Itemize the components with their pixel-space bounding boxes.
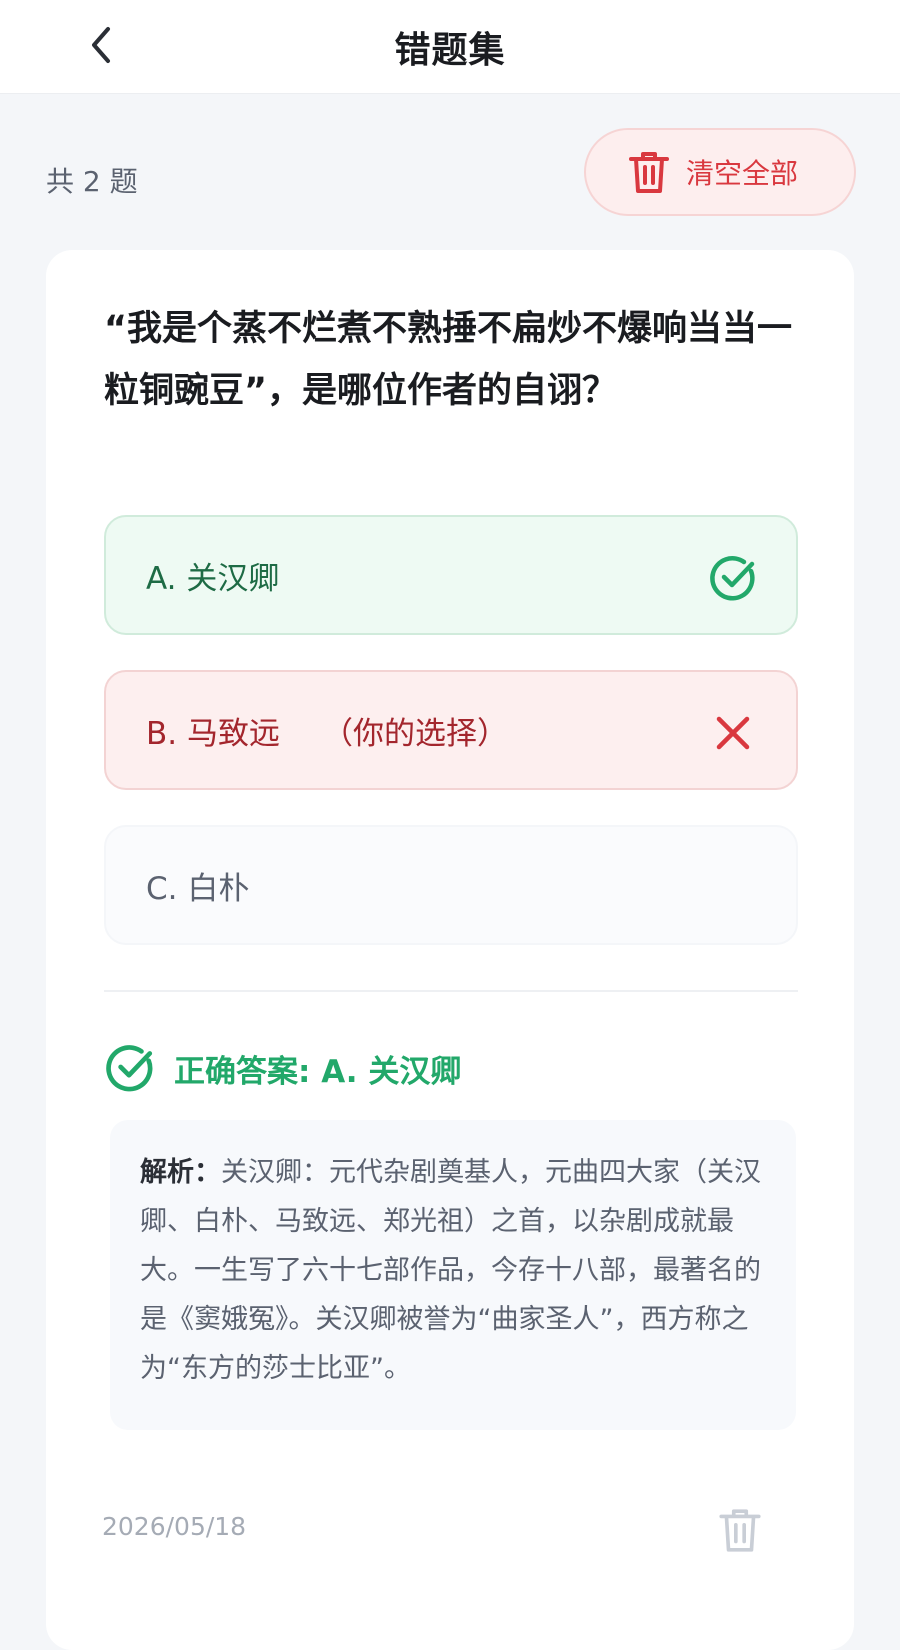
top-bar: 错题集 xyxy=(0,0,900,94)
analysis-label: 解析： xyxy=(140,1157,221,1188)
trash-icon xyxy=(629,152,669,193)
record-date: 2026/05/18 xyxy=(102,1512,247,1541)
analysis-text: 关汉卿：元代杂剧奠基人，元曲四大家（关汉卿、白朴、马致远、郑光祖）之首，以杂剧成… xyxy=(140,1157,761,1384)
clear-all-label: 清空全部 xyxy=(686,157,799,190)
page-title: 错题集 xyxy=(394,29,506,71)
option-c[interactable]: C. 白朴 xyxy=(104,825,798,945)
trash-icon xyxy=(719,1509,761,1552)
check-circle-icon xyxy=(710,556,755,601)
chevron-left-icon xyxy=(92,27,110,63)
option-label: A. 关汉卿 xyxy=(146,560,280,597)
check-circle-icon xyxy=(106,1045,153,1092)
wrong-question-card: “我是个蒸不烂煮不熟捶不扁炒不爆响当当一粒铜豌豆”，是哪位作者的自诩？ A. 关… xyxy=(46,250,854,1650)
your-choice-note: （你的选择） xyxy=(321,715,508,752)
option-a[interactable]: A. 关汉卿 xyxy=(104,515,798,635)
close-icon xyxy=(716,716,750,750)
correct-answer: 正确答案: A. 关汉卿 xyxy=(104,1040,461,1096)
back-button[interactable] xyxy=(78,22,124,68)
analysis-box: 解析：关汉卿：元代杂剧奠基人，元曲四大家（关汉卿、白朴、马致远、郑光祖）之首，以… xyxy=(110,1120,796,1430)
option-label: B. 马致远 xyxy=(146,715,280,752)
question-text: “我是个蒸不烂煮不熟捶不扁炒不爆响当当一粒铜豌豆”，是哪位作者的自诩？ xyxy=(104,309,793,411)
option-label: C. 白朴 xyxy=(146,870,250,907)
option-b[interactable]: B. 马致远 （你的选择） xyxy=(104,670,798,790)
clear-all-button[interactable]: 清空全部 xyxy=(584,128,856,216)
divider xyxy=(104,990,798,992)
correct-answer-text: 正确答案: A. 关汉卿 xyxy=(174,1053,462,1090)
delete-question-button[interactable] xyxy=(712,1502,768,1558)
question-count: 共 2 题 xyxy=(46,165,138,198)
